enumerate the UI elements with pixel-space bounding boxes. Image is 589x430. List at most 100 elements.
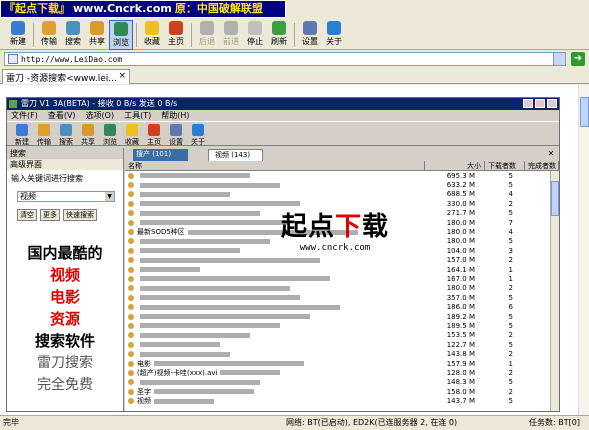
result-row: 186.0 M61 (125, 302, 559, 311)
file-icon (128, 294, 134, 301)
result-size: 104.0 M (446, 246, 475, 255)
inner-menu-item: 工具(T) (124, 111, 152, 120)
file-icon (128, 360, 134, 367)
file-icon (128, 182, 134, 189)
inner-menu-item: 选项(O) (85, 111, 115, 120)
redacted-text (154, 389, 254, 395)
toolbar-button-refresh[interactable]: 刷新 (267, 20, 291, 50)
redacted-text (140, 379, 260, 385)
inner-search-panel: 搜索 高级界面 输入关键词进行搜索 视频 ▼ 清空 更多 快速搜索 国内最酷的 视频电… (7, 148, 124, 411)
result-row: 633.2 M51 (125, 180, 559, 189)
inner-toolbar-icon (148, 124, 160, 136)
tab-label: 雷刀 -资源搜索<www.lei... (6, 74, 117, 84)
toolbar-button-favorite[interactable]: 收藏 (140, 20, 164, 50)
file-icon (128, 341, 134, 348)
toolbar-button-search[interactable]: 搜索 (61, 20, 85, 50)
result-row: 164.1 M11 (125, 265, 559, 274)
inner-toolbar-button: 设置 (165, 122, 187, 147)
result-size: 158.0 M (446, 387, 475, 396)
toolbar-button-new[interactable]: 新建 (6, 20, 30, 50)
file-icon (128, 257, 134, 264)
result-downloaders: 5 (508, 321, 513, 330)
toolbar-button-browse[interactable]: 浏览 (109, 20, 133, 50)
inner-toolbar-label: 传输 (37, 138, 51, 146)
redacted-text (140, 342, 220, 348)
toolbar-button-label: 搜索 (65, 37, 81, 46)
redacted-text (140, 314, 310, 320)
page-icon (8, 54, 18, 64)
file-icon (128, 219, 134, 226)
result-name: 视频 (137, 397, 151, 406)
toolbar-button-label: 前进 (223, 37, 239, 46)
redacted-text (140, 238, 270, 244)
result-row: 695.3 M51 (125, 171, 559, 180)
redacted-text (154, 361, 304, 366)
file-icon (128, 266, 134, 273)
toolbar-button-settings[interactable]: 设置 (298, 20, 322, 50)
tab-close-icon[interactable]: × (118, 71, 126, 81)
browse-icon (114, 22, 128, 36)
app-logo-icon (9, 100, 17, 108)
home-icon (169, 21, 183, 35)
file-icon (128, 172, 134, 179)
scroll-thumb[interactable] (580, 97, 589, 127)
banner-right-text: 原：中国破解联盟 (174, 2, 263, 15)
toolbar-button-label: 停止 (247, 37, 263, 46)
banner-left-text: 『起点下载』 (4, 2, 70, 15)
col-downloaders: 下载者数 (485, 161, 525, 170)
status-network: 网络: BT(已启动), ED2K(已连服务器 2, 在连 0) (286, 418, 458, 427)
redacted-text (140, 332, 250, 338)
chevron-down-icon: ▼ (105, 192, 114, 201)
result-size: 186.0 M (446, 303, 475, 312)
ad-line: 完全免费 (37, 377, 93, 393)
banner-url-text: www.Cncrk.com (73, 2, 172, 15)
result-size: 180.0 M (446, 218, 475, 227)
inner-toolbar-label: 浏览 (103, 138, 117, 146)
redacted-text (140, 248, 240, 254)
result-downloaders: 5 (508, 312, 513, 321)
file-icon (128, 200, 134, 207)
result-downloaders: 5 (508, 181, 513, 190)
toolbar-button-forward[interactable]: 前进 (219, 20, 243, 50)
result-size: 157.0 M (446, 256, 475, 265)
toolbar-button-transfer[interactable]: 传输 (37, 20, 61, 50)
result-downloaders: 5 (508, 378, 513, 387)
redacted-text (140, 276, 330, 282)
ad-line: 国内最酷的 (27, 244, 103, 262)
file-icon (128, 285, 134, 292)
toolbar-button-about[interactable]: 关于 (322, 20, 346, 50)
toolbar-button-home[interactable]: 主页 (164, 20, 188, 50)
tab-leidao[interactable]: 雷刀 -资源搜索<www.lei... × (2, 69, 130, 84)
inner-toolbar-icon (60, 124, 72, 136)
toolbar-button-share[interactable]: 共享 (85, 20, 109, 50)
result-size: 180.0 M (446, 237, 475, 246)
inner-toolbar-label: 关于 (191, 138, 205, 146)
inner-search-button: 清空 (17, 209, 37, 221)
watermark-title-right: 载 (362, 212, 390, 242)
result-row: 143.8 M21 (125, 349, 559, 358)
address-input[interactable]: http://www.LeiDao.com (4, 52, 566, 66)
go-button[interactable]: ➔ (571, 52, 585, 66)
app-window: 『起点下载』 www.Cncrk.com 原：中国破解联盟 新建 传输 搜索 共享 浏览 收藏… (0, 0, 589, 430)
web-content: 雷刀 V1 3A(BETA) - 接收 0 B/s 发送 0 B/s 文件(F)… (0, 85, 578, 415)
inner-scrollbar (550, 171, 559, 411)
inner-menu-item: 文件(F) (11, 111, 38, 120)
redacted-text (140, 323, 280, 329)
status-left: 完毕 (3, 418, 19, 427)
inner-menu-bar: 文件(F) 查看(V) 选项(O) 工具(T) 帮助(H) (7, 110, 559, 121)
result-row: 122.7 M51 (125, 340, 559, 349)
toolbar-button-back[interactable]: 后退 (195, 20, 219, 50)
result-downloaders: 5 (508, 237, 513, 246)
address-dropdown-button[interactable] (553, 53, 565, 65)
inner-title-text: 雷刀 V1 3A(BETA) - 接收 0 B/s 发送 0 B/s (21, 99, 178, 108)
share-icon (90, 21, 104, 35)
file-icon (128, 238, 134, 245)
result-row: 153.5 M21 (125, 331, 559, 340)
ad-line: 资源 (49, 310, 80, 328)
page-scrollbar[interactable] (578, 85, 589, 415)
status-bar: 完毕 网络: BT(已启动), ED2K(已连服务器 2, 在连 0) 任务数:… (0, 415, 589, 430)
result-size: 148.3 M (446, 378, 475, 387)
ad-line: 视频 (49, 266, 80, 284)
inner-toolbar-button: 关于 (187, 122, 209, 147)
toolbar-button-stop[interactable]: 停止 (243, 20, 267, 50)
